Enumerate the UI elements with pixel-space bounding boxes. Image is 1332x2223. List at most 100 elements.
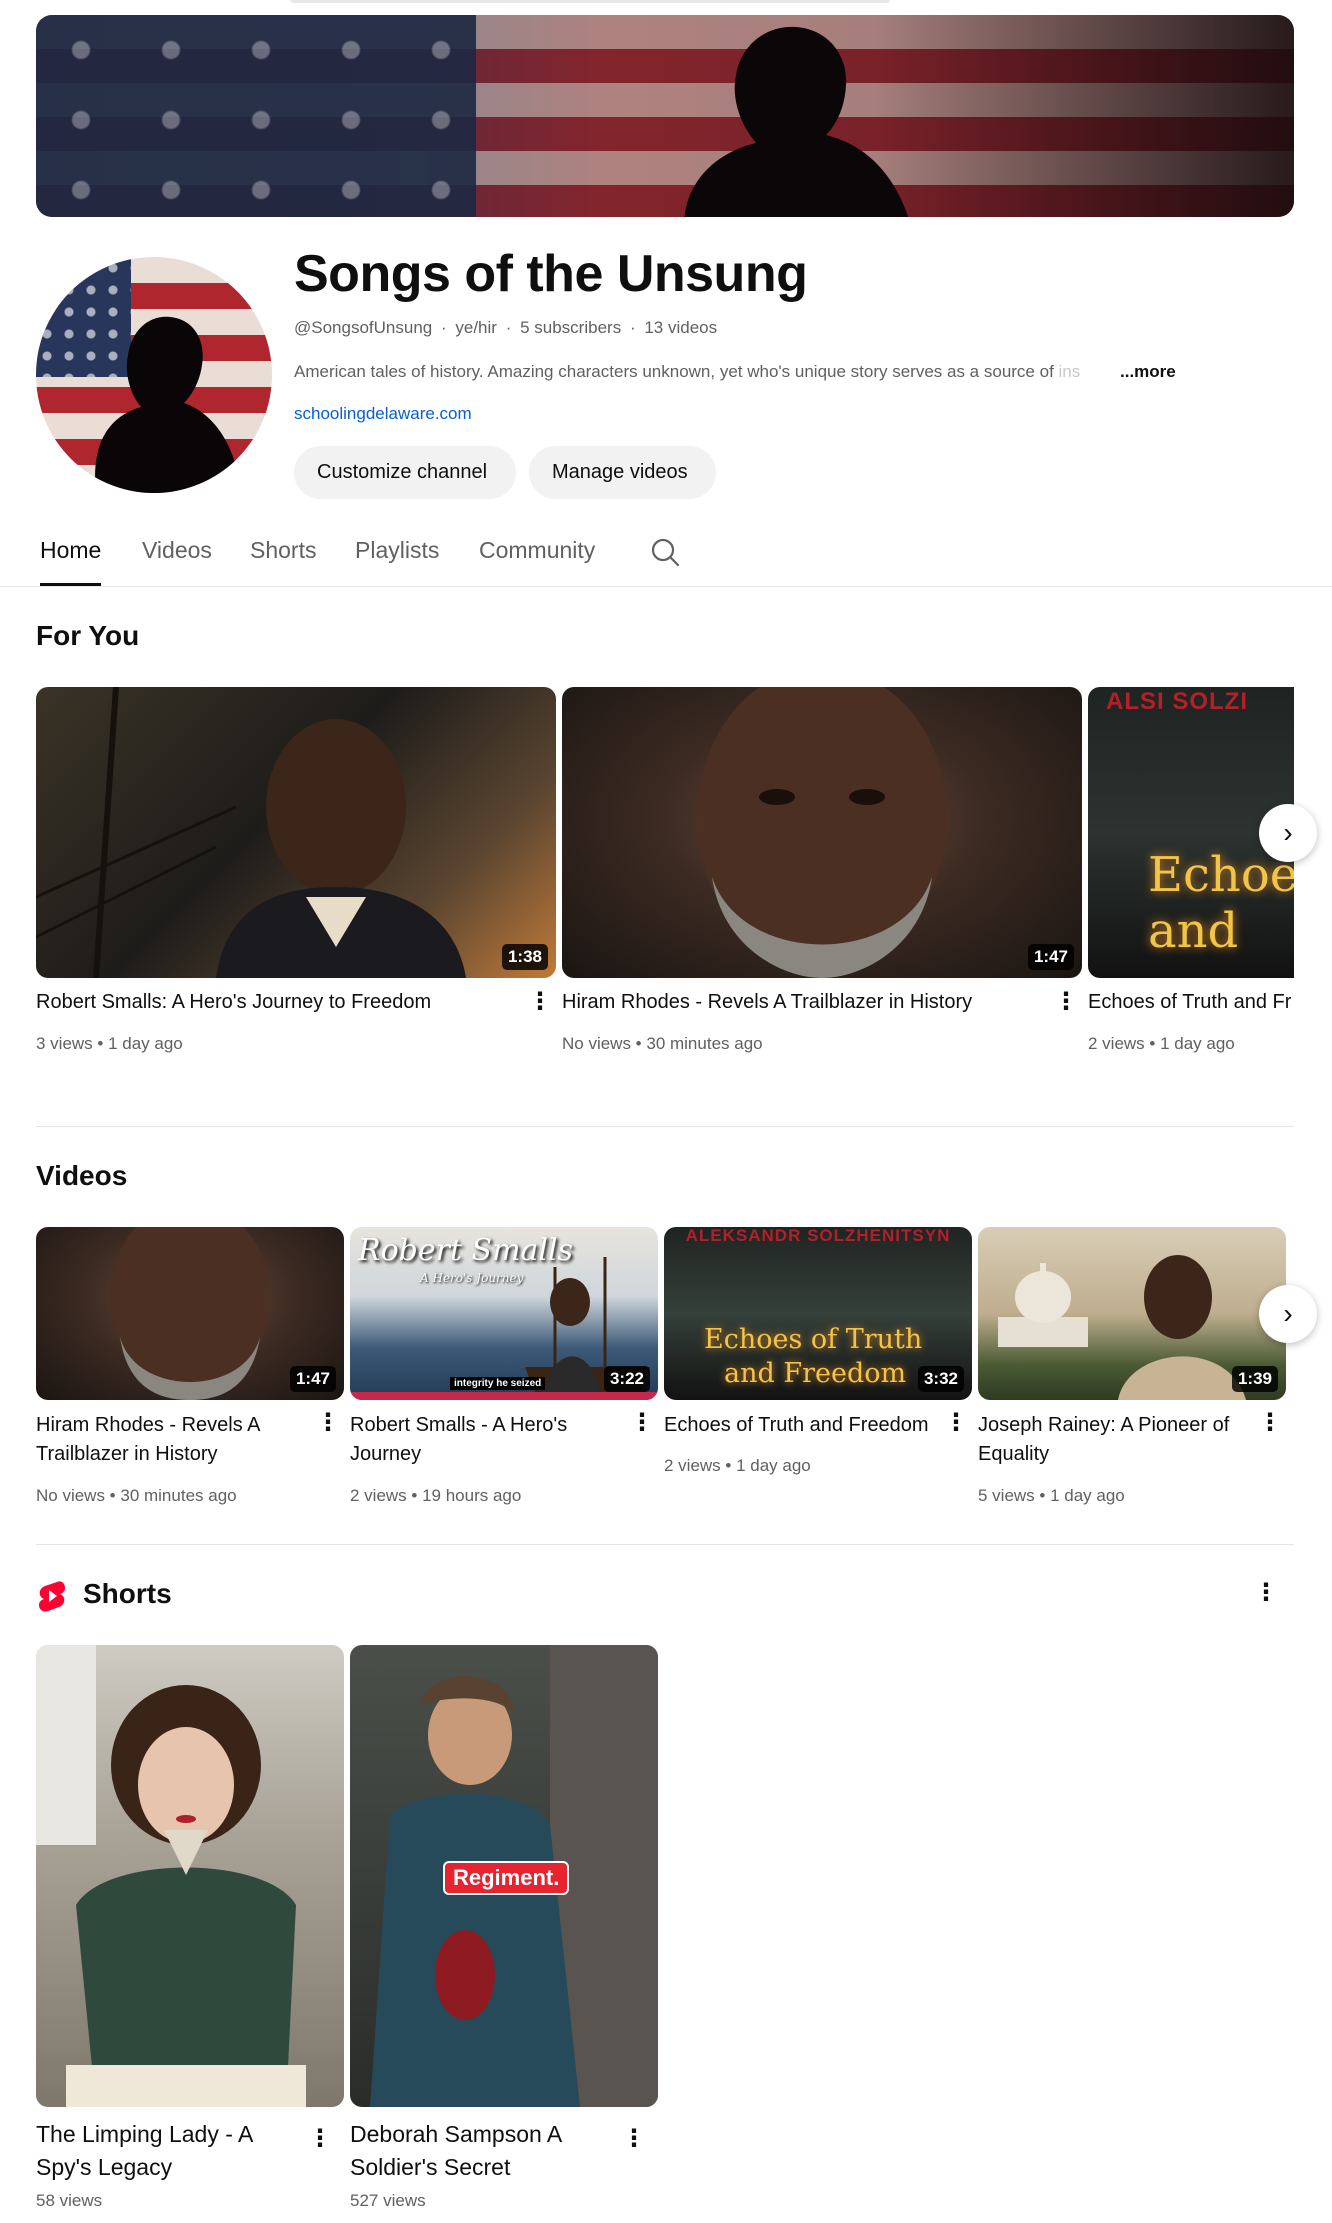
channel-subscribers: 5 subscribers — [520, 318, 622, 337]
video-title-line: Journey — [350, 1443, 422, 1465]
tab-community[interactable]: Community — [479, 530, 595, 586]
video-meta: No views • 30 minutes ago — [562, 1034, 763, 1053]
short-title-line: Soldier's Secret — [350, 2154, 511, 2180]
channel-description[interactable]: American tales of history. Amazing chara… — [294, 362, 1124, 382]
video-thumbnail[interactable]: ALEKSANDR SOLZHENITSYN Echoes of Truth a… — [664, 1227, 972, 1400]
video-duration: 1:39 — [1231, 1366, 1278, 1392]
channel-banner — [36, 15, 1294, 217]
video-title[interactable]: Hiram Rhodes - Revels A Trailblazer in H… — [36, 1411, 261, 1469]
video-meta: 3 views • 1 day ago — [36, 1034, 183, 1053]
meta-separator: · — [505, 318, 512, 337]
more-vert-icon[interactable]: ⋮ — [1054, 987, 1078, 1017]
video-thumbnail[interactable]: Robert Smalls A Hero's Journey integrity… — [350, 1227, 658, 1400]
more-vert-icon[interactable]: ⋮ — [528, 987, 552, 1017]
video-duration: 1:47 — [1027, 944, 1074, 970]
short-title-line: Deborah Sampson A — [350, 2121, 563, 2147]
short-title-line: The Limping Lady - A — [36, 2121, 254, 2147]
chevron-right-icon[interactable]: › — [1259, 1285, 1317, 1343]
video-thumbnail[interactable]: 1:38 — [36, 687, 556, 978]
short-meta: 58 views — [36, 2191, 103, 2210]
channel-link[interactable]: schoolingdelaware.com — [294, 404, 472, 424]
thumbnail-overlay-text: Robert Smalls — [358, 1233, 574, 1268]
top-edge — [290, 0, 890, 3]
video-duration: 1:38 — [501, 944, 548, 970]
search-icon[interactable] — [650, 537, 680, 567]
video-title[interactable]: Echoes of Truth and Freedom — [664, 1411, 929, 1440]
thumbnail-overlay-text: Echoes of Truth and Freedom — [704, 1323, 922, 1391]
short-thumbnail[interactable] — [36, 1645, 344, 2107]
channel-pronouns: ye/hir — [455, 318, 497, 337]
video-title-line: Robert Smalls - A Hero's — [350, 1414, 568, 1436]
thumbnail-overlay-text: ALSI SOLZI — [1106, 688, 1248, 715]
video-thumbnail[interactable]: 1:47 — [562, 687, 1082, 978]
video-title-line: Echoes of Truth and Freedom — [664, 1414, 929, 1436]
section-title-for-you: For You — [36, 620, 140, 651]
meta-separator: · — [629, 318, 636, 337]
thumbnail-overlay-text: A Hero's Journey — [420, 1271, 524, 1285]
chevron-right-icon[interactable]: › — [1259, 804, 1317, 862]
thumbnail-overlay-line: and Freedom — [724, 1358, 907, 1389]
thumbnail-overlay-text: ALEKSANDR SOLZHENITSYN — [685, 1227, 951, 1245]
manage-videos-button[interactable]: Manage videos — [529, 446, 716, 499]
section-title-shorts: Shorts — [83, 1578, 172, 1609]
more-vert-icon[interactable]: ⋮ — [1254, 1578, 1278, 1608]
thumbnail-caption: integrity he seized — [450, 1377, 546, 1390]
thumbnail-art-ship — [36, 687, 466, 978]
video-duration: 3:32 — [917, 1366, 964, 1392]
tab-shorts[interactable]: Shorts — [250, 530, 316, 586]
more-vert-icon[interactable]: ⋮ — [316, 1408, 340, 1438]
video-thumbnail[interactable]: 1:47 — [36, 1227, 344, 1400]
meta-separator: · — [440, 318, 447, 337]
thumbnail-overlay-line: Echoes of Truth — [704, 1324, 923, 1355]
banner-flag-canton — [36, 15, 476, 217]
thumbnail-art-portrait — [697, 687, 947, 978]
banner-shade — [874, 15, 1294, 217]
tab-home[interactable]: Home — [40, 530, 102, 586]
video-title-line: Hiram Rhodes - Revels A — [36, 1414, 261, 1436]
video-duration: 3:22 — [603, 1366, 650, 1392]
video-title[interactable]: Echoes of Truth and Fr — [1088, 988, 1294, 1017]
short-thumbnail[interactable]: Regiment. — [350, 1645, 658, 2107]
more-vert-icon[interactable]: ⋮ — [1258, 1408, 1282, 1438]
tab-videos[interactable]: Videos — [142, 530, 212, 586]
thumbnail-overlay-text: Echoe and — [1148, 847, 1294, 959]
tabs-divider — [0, 586, 1332, 587]
video-title[interactable]: Joseph Rainey: A Pioneer of Equality — [978, 1411, 1229, 1469]
more-vert-icon[interactable]: ⋮ — [944, 1408, 968, 1438]
video-meta: 2 views • 1 day ago — [664, 1456, 811, 1475]
video-title[interactable]: Hiram Rhodes - Revels A Trailblazer in H… — [562, 988, 972, 1017]
shorts-logo-icon — [39, 1581, 65, 1612]
section-divider — [36, 1544, 1294, 1545]
video-title-line: Equality — [978, 1443, 1050, 1465]
more-vert-icon[interactable]: ⋮ — [630, 1408, 654, 1438]
avatar-silhouette — [95, 316, 241, 493]
description-more-link[interactable]: ...more — [1120, 362, 1176, 382]
video-meta: 2 views • 1 day ago — [1088, 1034, 1235, 1053]
banner-silhouette — [684, 26, 909, 217]
channel-meta: @SongsofUnsung · ye/hir · 5 subscribers … — [294, 318, 721, 338]
channel-name: Songs of the Unsung — [294, 245, 808, 303]
description-faded: ins — [1058, 362, 1081, 381]
short-title[interactable]: Deborah Sampson A Soldier's Secret — [350, 2118, 562, 2184]
short-meta: 527 views — [350, 2191, 426, 2210]
thumbnail-art-portrait — [36, 1645, 306, 2107]
video-thumbnail[interactable]: 1:39 — [978, 1227, 1286, 1400]
more-vert-icon[interactable]: ⋮ — [622, 2124, 646, 2154]
short-caption: Regiment. — [443, 1861, 570, 1895]
section-title-videos: Videos — [36, 1160, 128, 1191]
video-title[interactable]: Robert Smalls - A Hero's Journey — [350, 1411, 567, 1469]
video-title-line: Joseph Rainey: A Pioneer of — [978, 1414, 1230, 1436]
video-title[interactable]: Robert Smalls: A Hero's Journey to Freed… — [36, 988, 431, 1017]
tab-playlists[interactable]: Playlists — [355, 530, 439, 586]
channel-avatar[interactable] — [36, 257, 272, 493]
section-divider — [36, 1126, 1294, 1127]
customize-channel-button[interactable]: Customize channel — [294, 446, 516, 499]
video-meta: 5 views • 1 day ago — [978, 1486, 1125, 1505]
more-vert-icon[interactable]: ⋮ — [308, 2124, 332, 2154]
channel-handle: @SongsofUnsung — [294, 318, 433, 337]
video-duration: 1:47 — [289, 1366, 336, 1392]
short-title-line: Spy's Legacy — [36, 2154, 173, 2180]
description-text: American tales of history. Amazing chara… — [294, 362, 1059, 381]
short-title[interactable]: The Limping Lady - A Spy's Legacy — [36, 2118, 253, 2184]
video-title-line: Trailblazer in History — [36, 1443, 218, 1465]
